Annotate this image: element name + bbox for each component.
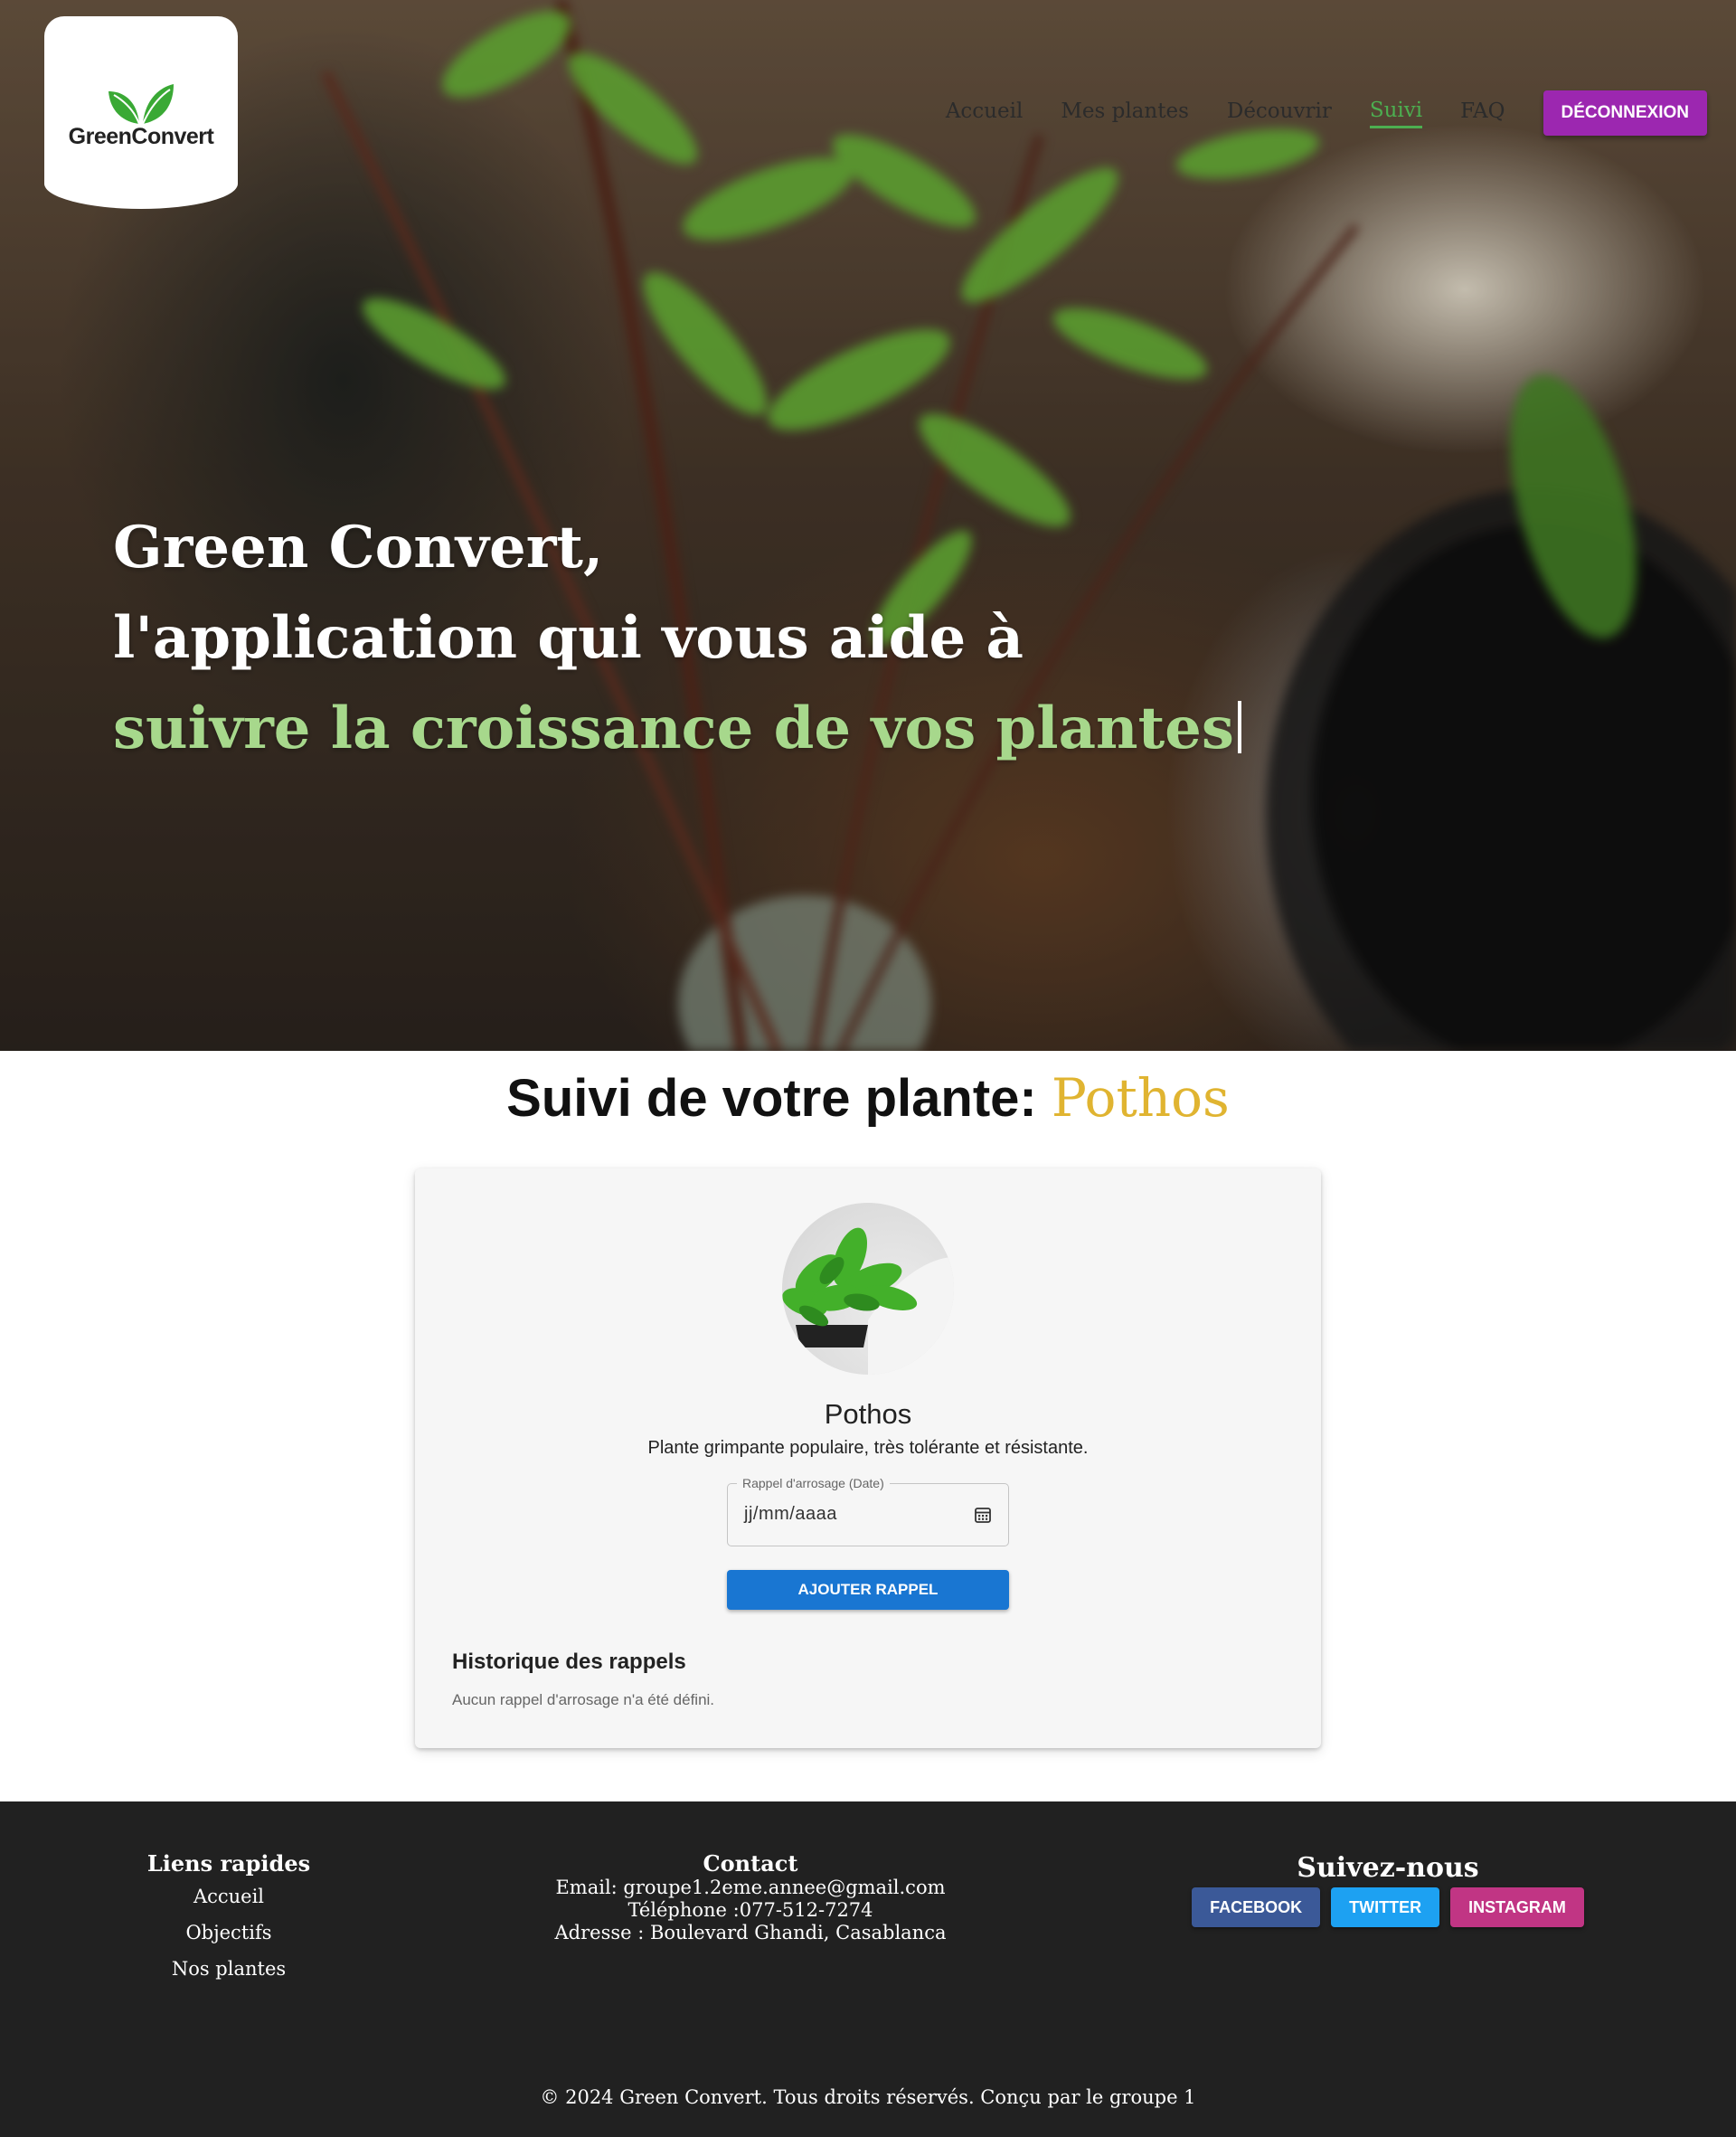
footer-contact: Contact Email: groupe1.2eme.annee@gmail.… bbox=[506, 1850, 995, 1944]
instagram-button[interactable]: INSTAGRAM bbox=[1450, 1887, 1584, 1927]
footer: Liens rapides Accueil Objectifs Nos plan… bbox=[0, 1801, 1736, 2137]
hero-banner: GreenConvert Accueil Mes plantes Découvr… bbox=[0, 0, 1736, 1051]
history-title: Historique des rappels bbox=[452, 1650, 686, 1674]
twitter-button[interactable]: TWITTER bbox=[1331, 1887, 1440, 1927]
facebook-button[interactable]: FACEBOOK bbox=[1192, 1887, 1321, 1927]
hero-headline: Green Convert, l'application qui vous ai… bbox=[113, 503, 1241, 774]
plant-image bbox=[782, 1227, 954, 1375]
footer-social-heading: Suivez-nous bbox=[1297, 1852, 1479, 1884]
nav-item-decouvrir[interactable]: Découvrir bbox=[1227, 99, 1332, 127]
add-reminder-button[interactable]: AJOUTER RAPPEL bbox=[727, 1570, 1009, 1610]
plant-description: Plante grimpante populaire, très toléran… bbox=[647, 1438, 1089, 1458]
plant-card: Pothos Plante grimpante populaire, très … bbox=[415, 1168, 1321, 1748]
footer-link-objectifs[interactable]: Objectifs bbox=[136, 1922, 322, 1943]
nav-item-suivi[interactable]: Suivi bbox=[1369, 99, 1423, 128]
nav-item-faq[interactable]: FAQ bbox=[1460, 99, 1505, 127]
hero-line-1: Green Convert, bbox=[113, 514, 604, 582]
watering-date-field[interactable]: Rappel d'arrosage (Date) jj/mm/aaaa bbox=[727, 1476, 1009, 1546]
footer-contact-address: Adresse : Boulevard Ghandi, Casablanca bbox=[554, 1922, 947, 1943]
typing-caret bbox=[1237, 701, 1241, 753]
page-title-prefix: Suivi de votre plante: bbox=[506, 1069, 1037, 1128]
nav-item-accueil[interactable]: Accueil bbox=[946, 99, 1024, 127]
hero-line-3: suivre la croissance de vos plantes bbox=[113, 684, 1241, 774]
logo[interactable]: GreenConvert bbox=[44, 16, 238, 209]
footer-social: Suivez-nous FACEBOOK TWITTER INSTAGRAM bbox=[1184, 1852, 1591, 1927]
leaf-icon bbox=[108, 84, 174, 125]
page-title: Suivi de votre plante: Pothos bbox=[0, 1067, 1736, 1129]
hero-line-2: l'application qui vous aide à bbox=[113, 604, 1024, 672]
footer-quick-links: Liens rapides Accueil Objectifs Nos plan… bbox=[136, 1850, 322, 1980]
nav-item-mes-plantes[interactable]: Mes plantes bbox=[1061, 99, 1189, 127]
calendar-icon[interactable] bbox=[974, 1506, 992, 1524]
footer-link-accueil[interactable]: Accueil bbox=[136, 1886, 322, 1907]
footer-copyright: © 2024 Green Convert. Tous droits réserv… bbox=[540, 2086, 1196, 2108]
footer-links-heading: Liens rapides bbox=[146, 1850, 311, 1877]
hero-line-3-text: suivre la croissance de vos plantes bbox=[113, 695, 1234, 762]
footer-contact-email: Email: groupe1.2eme.annee@gmail.com bbox=[555, 1877, 946, 1898]
logout-button[interactable]: DÉCONNEXION bbox=[1543, 90, 1707, 136]
plant-avatar bbox=[782, 1203, 954, 1375]
footer-contact-phone: Téléphone :077-512-7274 bbox=[627, 1899, 873, 1921]
watering-date-input[interactable]: jj/mm/aaaa bbox=[744, 1504, 837, 1525]
main-nav: Accueil Mes plantes Découvrir Suivi FAQ … bbox=[946, 90, 1707, 136]
history-empty-message: Aucun rappel d'arrosage n'a été défini. bbox=[452, 1691, 715, 1708]
social-buttons: FACEBOOK TWITTER INSTAGRAM bbox=[1184, 1887, 1591, 1927]
watering-date-label: Rappel d'arrosage (Date) bbox=[737, 1476, 890, 1490]
logo-text: GreenConvert bbox=[68, 124, 214, 149]
plant-name: Pothos bbox=[824, 1398, 912, 1430]
footer-link-nos-plantes[interactable]: Nos plantes bbox=[136, 1958, 322, 1980]
page-title-plant: Pothos bbox=[1051, 1067, 1230, 1129]
footer-contact-heading: Contact bbox=[703, 1850, 798, 1877]
